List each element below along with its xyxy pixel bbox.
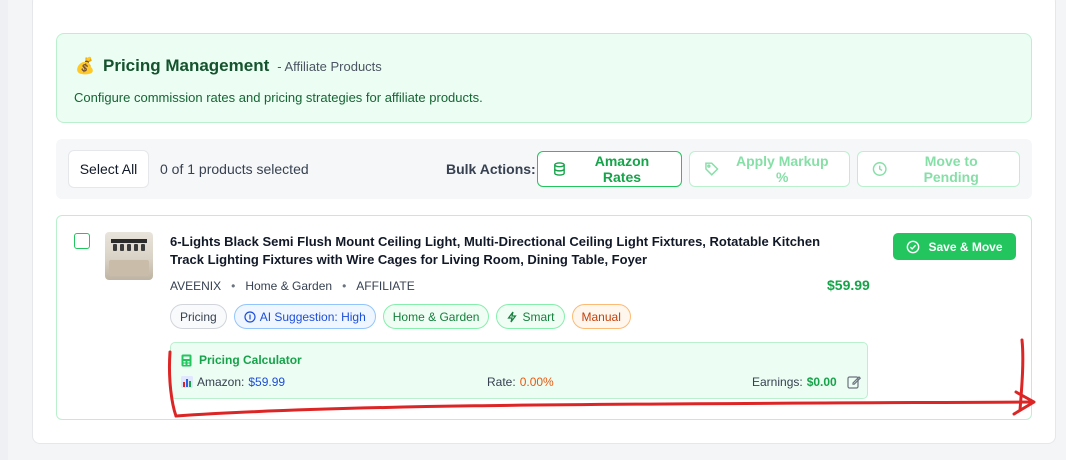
product-thumbnail [105, 232, 153, 280]
move-to-pending-label: Move to Pending [923, 153, 979, 185]
header-title-row: 💰 Pricing Management - Affiliate Product… [75, 56, 382, 77]
page-title: Pricing Management [103, 56, 270, 75]
product-tags: Pricing AI Suggestion: High Home & Garde… [170, 304, 631, 329]
meta-separator: • [342, 279, 347, 293]
lightning-icon [507, 311, 518, 322]
product-card: 6-Lights Black Semi Flush Mount Ceiling … [56, 215, 1032, 420]
calc-amazon-label: Amazon: [197, 375, 245, 389]
product-brand: AVEENIX [170, 279, 222, 293]
move-to-pending-button[interactable]: Move to Pending [857, 151, 1020, 187]
bulk-actions-label: Bulk Actions: [446, 161, 536, 177]
product-price: $59.99 [827, 277, 870, 293]
bar-chart-icon [181, 376, 193, 388]
calc-rate-value: 0.00% [519, 375, 554, 389]
select-all-button[interactable]: Select All [68, 150, 149, 188]
calc-amazon-value: $59.99 [248, 375, 286, 389]
pricing-header: 💰 Pricing Management - Affiliate Product… [56, 33, 1032, 123]
tag-pricing: Pricing [170, 304, 227, 329]
tag-manual: Manual [571, 304, 631, 329]
tag-ai-suggestion: AI Suggestion: High [233, 304, 376, 329]
calc-earnings-label: Earnings: [752, 375, 803, 389]
check-circle-icon [907, 240, 920, 253]
tag-manual-label: Manual [581, 309, 621, 324]
save-and-move-label: Save & Move [928, 239, 1003, 254]
calc-amazon-row: Amazon: $59.99 [181, 375, 285, 389]
amazon-rates-label: Amazon Rates [594, 153, 650, 185]
apply-markup-button[interactable]: Apply Markup % [689, 151, 850, 187]
tag-pricing-label: Pricing [180, 309, 217, 324]
meta-separator: • [231, 279, 236, 293]
save-and-move-button[interactable]: Save & Move [893, 233, 1016, 260]
bulk-actions-bar: Select All 0 of 1 products selected Bulk… [56, 139, 1032, 199]
product-meta: AVEENIX • Home & Garden • AFFILIATE [170, 279, 415, 293]
product-type: AFFILIATE [356, 279, 415, 293]
left-edge-strip [0, 0, 8, 460]
edit-icon[interactable] [847, 375, 861, 389]
amazon-rates-button[interactable]: Amazon Rates [537, 151, 682, 187]
calculator-icon [181, 354, 192, 366]
tag-smart-label: Smart [522, 309, 555, 324]
apply-markup-label: Apply Markup % [735, 153, 829, 185]
page-description: Configure commission rates and pricing s… [74, 90, 483, 105]
pricing-calculator-title: Pricing Calculator [181, 353, 302, 367]
info-circle-icon [244, 310, 256, 323]
product-select-checkbox[interactable] [74, 233, 90, 249]
tag-icon [705, 162, 719, 176]
page-subtitle: - Affiliate Products [277, 59, 382, 74]
product-category: Home & Garden [245, 279, 333, 293]
calc-rate-label: Rate: [487, 375, 516, 389]
calc-earnings-row: Earnings: $0.00 [752, 375, 861, 389]
tag-home-label: Home & Garden [392, 309, 480, 324]
tag-smart: Smart [496, 304, 565, 329]
product-title: 6-Lights Black Semi Flush Mount Ceiling … [170, 234, 821, 267]
calc-rate-row: Rate: 0.00% [487, 375, 554, 389]
calculator-title-label: Pricing Calculator [199, 353, 302, 367]
tag-ai-label: AI Suggestion: High [259, 309, 366, 324]
tag-home-garden: Home & Garden [382, 304, 490, 329]
clock-icon [872, 162, 887, 176]
calc-earnings-value: $0.00 [806, 375, 837, 389]
money-bag-icon: 💰 [75, 58, 95, 75]
selection-status: 0 of 1 products selected [160, 161, 309, 177]
database-icon [554, 162, 565, 176]
pricing-calculator: Pricing Calculator Amazon: $59.99 Rate: … [170, 342, 868, 399]
